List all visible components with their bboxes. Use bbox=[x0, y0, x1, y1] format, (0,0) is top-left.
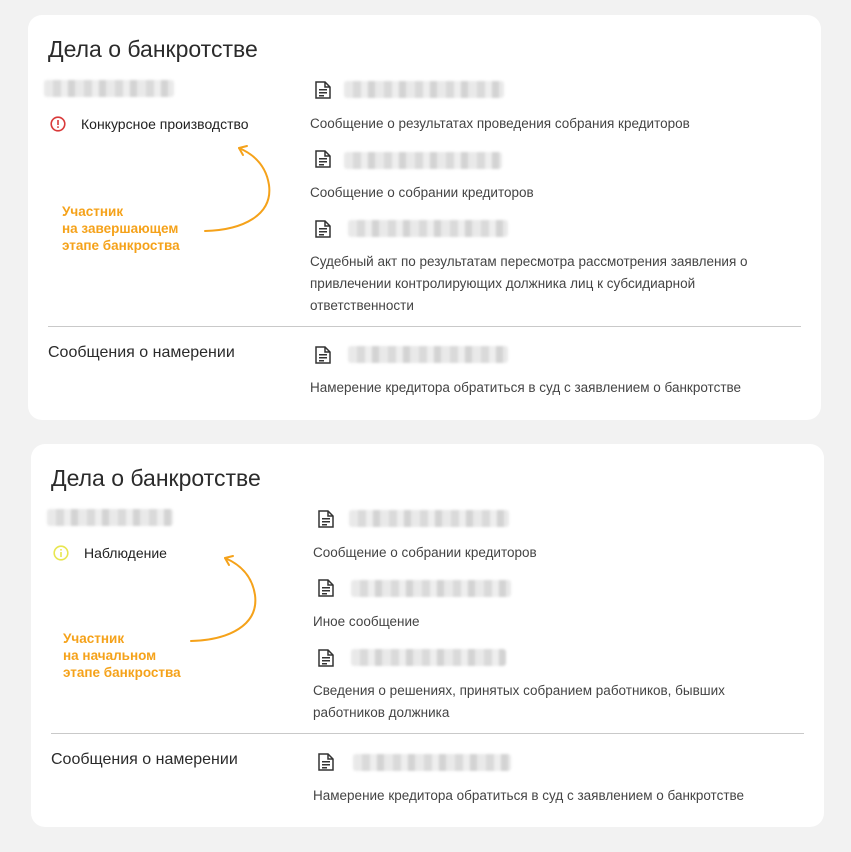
divider bbox=[51, 733, 804, 734]
message-text: Сведения о решениях, принятых собранием … bbox=[313, 683, 725, 720]
message-link-redacted[interactable] bbox=[344, 152, 502, 169]
intent-section-label: Сообщения о намерении bbox=[51, 751, 238, 768]
info-circle-icon bbox=[53, 545, 69, 561]
document-icon[interactable] bbox=[315, 346, 331, 364]
message-text: Сообщение о собрании кредиторов bbox=[313, 545, 537, 560]
document-icon[interactable] bbox=[318, 510, 334, 528]
note-line: на начальном bbox=[63, 648, 157, 663]
document-icon[interactable] bbox=[315, 220, 331, 238]
note-line: этапе банкроства bbox=[63, 665, 181, 680]
case-number-redacted bbox=[44, 80, 174, 97]
message-text: Сообщение о собрании кредиторов bbox=[310, 185, 534, 200]
divider bbox=[48, 326, 801, 327]
message-link-redacted[interactable] bbox=[348, 220, 508, 237]
curved-arrow-icon bbox=[190, 555, 257, 642]
message-link-redacted[interactable] bbox=[353, 754, 511, 771]
bankruptcy-card: Дела о банкротстве Наблюдение Участник н… bbox=[31, 444, 824, 827]
status-label: Наблюдение bbox=[84, 545, 167, 561]
message-link-redacted[interactable] bbox=[348, 346, 508, 363]
document-icon[interactable] bbox=[315, 150, 331, 168]
status-row: Конкурсное производство bbox=[50, 116, 249, 132]
document-icon[interactable] bbox=[315, 81, 331, 99]
note-line: Участник bbox=[63, 631, 125, 646]
note-line: Участник bbox=[62, 204, 124, 219]
intent-message-text: Намерение кредитора обратиться в суд с з… bbox=[310, 380, 742, 395]
bankruptcy-card: Дела о банкротстве Конкурсное производст… bbox=[28, 15, 821, 420]
document-icon[interactable] bbox=[318, 649, 334, 667]
message-text: Иное сообщение bbox=[313, 614, 420, 629]
curved-arrow-icon bbox=[204, 145, 271, 232]
message-link-redacted[interactable] bbox=[351, 580, 511, 597]
document-icon[interactable] bbox=[318, 579, 334, 597]
document-icon[interactable] bbox=[318, 753, 334, 771]
intent-message-text: Намерение кредитора обратиться в суд с з… bbox=[313, 788, 745, 803]
intent-section-label: Сообщения о намерении bbox=[48, 344, 235, 361]
message-text: Судебный акт по результатам пересмотра р… bbox=[310, 254, 748, 313]
card-title: Дела о банкротстве bbox=[51, 465, 261, 491]
annotation-note: Участник на начальном этапе банкроства bbox=[63, 630, 181, 681]
message-link-redacted[interactable] bbox=[351, 649, 506, 666]
case-number-redacted bbox=[47, 509, 173, 526]
note-line: на завершающем bbox=[62, 221, 179, 236]
alert-circle-icon bbox=[50, 116, 66, 132]
message-link-redacted[interactable] bbox=[344, 81, 504, 98]
annotation-note: Участник на завершающем этапе банкроства bbox=[62, 203, 180, 254]
status-row: Наблюдение bbox=[53, 545, 167, 561]
card-title: Дела о банкротстве bbox=[48, 36, 258, 62]
note-line: этапе банкроства bbox=[62, 238, 180, 253]
message-text: Сообщение о результатах проведения собра… bbox=[310, 116, 690, 131]
message-link-redacted[interactable] bbox=[349, 510, 509, 527]
status-label: Конкурсное производство bbox=[81, 116, 249, 132]
